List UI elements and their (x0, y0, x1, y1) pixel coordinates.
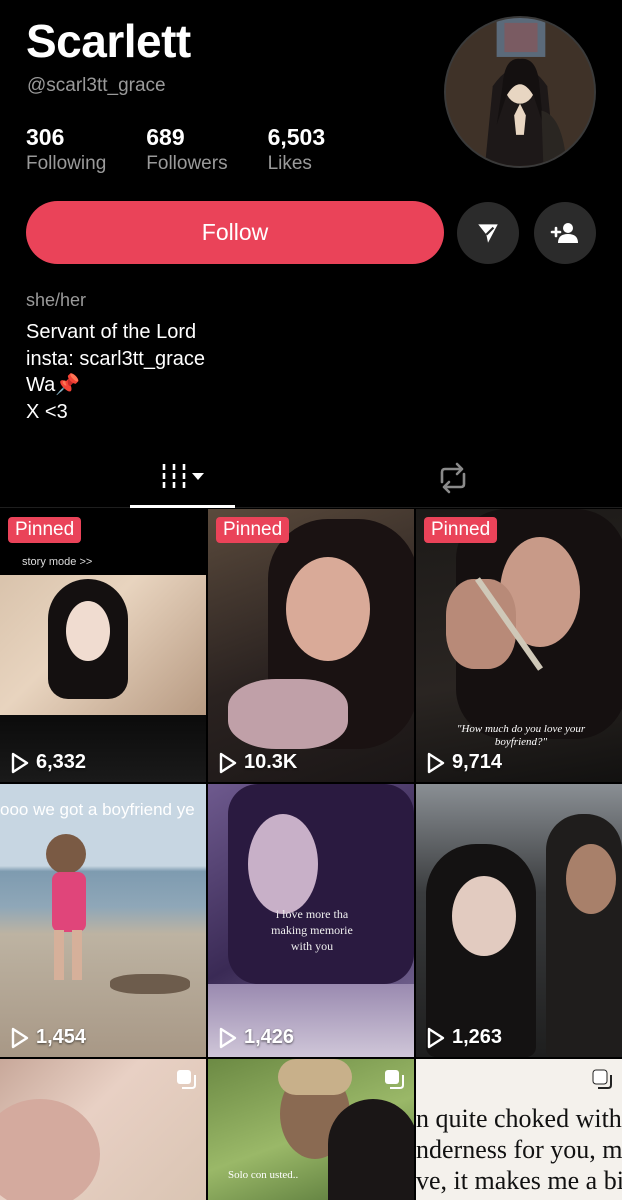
stat-following-label: Following (26, 153, 107, 174)
stat-likes[interactable]: 6,503 Likes (268, 124, 326, 176)
video-grid: story mode >> Pinned 6,332 Pinned 10.3K … (0, 509, 622, 1200)
thumbnail-image (208, 509, 414, 782)
view-count-value: 1,426 (244, 1026, 295, 1048)
video-thumbnail[interactable]: n quite choked with nderness for you, my… (416, 1059, 622, 1200)
video-thumbnail[interactable]: story mode >> Pinned 6,332 (0, 509, 206, 782)
stat-following-value: 306 (26, 124, 65, 150)
view-count: 10.3K (218, 751, 297, 774)
overlay-caption: i love more tha making memorie with you (271, 907, 353, 953)
stat-followers[interactable]: 689 Followers (146, 124, 227, 176)
play-icon (427, 752, 445, 773)
view-count-value: 10.3K (244, 751, 298, 773)
avatar[interactable] (444, 16, 596, 168)
overlay-caption: "How much do you love your boyfriend?" (456, 723, 586, 748)
view-count-value: 1,263 (452, 1026, 503, 1048)
video-thumbnail[interactable]: Pinned 10.3K (208, 509, 414, 782)
photo-carousel-icon (385, 1070, 404, 1089)
play-icon (219, 1027, 237, 1048)
stat-followers-value: 689 (146, 124, 185, 150)
stat-followers-label: Followers (146, 153, 228, 174)
overlay-caption: n quite choked with nderness for you, my… (416, 1104, 622, 1195)
video-thumbnail[interactable]: "How much do you love your boyfriend?" P… (416, 509, 622, 782)
thumbnail-image (0, 509, 206, 782)
overlay-caption: Solo con usted.. (228, 1169, 299, 1181)
overlay-caption: story mode >> (22, 556, 93, 568)
pinned-badge: Pinned (424, 517, 498, 543)
grid-lines-icon (162, 463, 204, 490)
view-count: 6,332 (10, 751, 86, 774)
stat-following[interactable]: 306 Following (26, 124, 106, 176)
video-thumbnail[interactable]: 1,263 (416, 784, 622, 1057)
avatar-illustration (446, 18, 594, 166)
thumbnail-image (416, 784, 622, 1057)
pronouns: she/her (26, 290, 87, 310)
view-count: 9,714 (426, 751, 502, 774)
thumbnail-image (0, 784, 206, 1057)
profile-handle: @scarl3tt_grace (27, 75, 166, 96)
photo-carousel-icon (592, 1069, 612, 1089)
bio-line: insta: scarl3tt_grace (26, 347, 205, 370)
play-icon (11, 1027, 29, 1048)
message-button[interactable] (457, 202, 519, 264)
profile-stats: 306 Following 689 Followers 6,503 Likes (26, 124, 365, 176)
view-count: 1,426 (218, 1026, 294, 1049)
follow-button[interactable]: Follow (26, 201, 444, 264)
view-count: 1,454 (10, 1026, 86, 1049)
bio-line: Wa📌 (26, 374, 81, 396)
tab-videos[interactable] (130, 448, 235, 508)
bio-line: Servant of the Lord (26, 321, 197, 343)
play-icon (219, 752, 237, 773)
content-tabs (0, 448, 622, 508)
video-thumbnail[interactable]: i love more tha making memorie with you … (208, 784, 414, 1057)
add-friend-button[interactable] (534, 202, 596, 264)
pinned-badge: Pinned (8, 517, 82, 543)
view-count-value: 6,332 (36, 751, 87, 773)
pinned-badge: Pinned (216, 517, 290, 543)
play-icon (11, 752, 29, 773)
photo-carousel-icon (177, 1070, 196, 1089)
send-arrow-icon (478, 224, 498, 243)
repost-icon (440, 462, 465, 494)
profile-display-name: Scarlett (26, 15, 191, 67)
add-user-icon (550, 223, 578, 243)
play-icon (427, 1027, 445, 1048)
video-thumbnail[interactable]: Solo con usted.. (208, 1059, 414, 1200)
stat-likes-value: 6,503 (267, 124, 326, 150)
stat-likes-label: Likes (267, 153, 312, 174)
video-thumbnail[interactable] (0, 1059, 206, 1200)
tab-reposts[interactable] (400, 448, 505, 508)
overlay-caption: ooo we got a boyfriend ye (0, 800, 195, 819)
video-thumbnail[interactable]: ooo we got a boyfriend ye 1,454 (0, 784, 206, 1057)
view-count-value: 1,454 (36, 1026, 87, 1048)
view-count-value: 9,714 (452, 751, 503, 773)
bio-line: X <3 (26, 400, 68, 423)
bio: Servant of the Lord insta: scarl3tt_grac… (26, 319, 205, 425)
view-count: 1,263 (426, 1026, 502, 1049)
